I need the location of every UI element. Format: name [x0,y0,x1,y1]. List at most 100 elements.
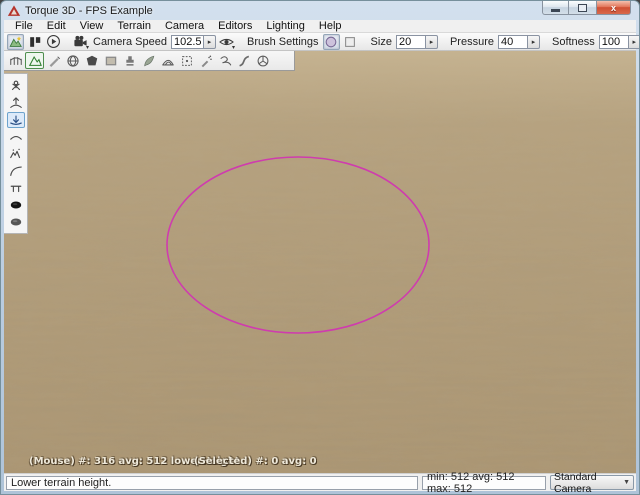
clear-empty-button[interactable] [7,214,25,230]
brush-settings-label: Brush Settings [247,36,319,48]
size-input[interactable] [396,35,425,49]
app-window: Torque 3D - FPS Example x File Edit View… [0,0,640,495]
menu-terrain[interactable]: Terrain [110,20,158,33]
status-hint: Lower terrain height. [6,476,418,490]
softness-label: Softness [552,36,595,48]
size-label: Size [371,36,392,48]
chevron-down-icon: ▼ [623,479,630,486]
viewport-3d[interactable]: (Mouse) #: 316 avg: 512 lowerHeight (Sel… [4,51,636,473]
main-toolbar: ▾ Camera Speed ▸ ▾ Brush Settings [4,33,636,51]
pressure-spinner[interactable]: ▸ [527,35,540,49]
square-brush-icon [343,35,357,49]
brush-square-button[interactable] [342,34,359,50]
camera-select-value: Standard Camera [554,471,623,495]
size-spinner[interactable]: ▸ [425,35,438,49]
smooth-slope-button[interactable] [7,163,25,179]
visibility-menu-button[interactable]: ▾ [218,34,235,50]
forest-editor-icon [142,54,156,68]
menu-lighting[interactable]: Lighting [259,20,312,33]
client-area: File Edit View Terrain Camera Editors Li… [4,20,636,491]
terrain-painter-icon [47,54,61,68]
menu-camera[interactable]: Camera [158,20,211,33]
lower-height-button[interactable] [7,112,25,128]
set-empty-icon [9,198,23,212]
smooth-slope-icon [9,164,23,178]
mesh-road-editor-button[interactable] [158,52,177,69]
flatten-icon [9,181,23,195]
play-game-button[interactable] [45,34,62,50]
close-button[interactable]: x [596,1,631,15]
pressure-field: ▸ [498,35,540,49]
sketch-tool-button[interactable] [82,52,101,69]
camera-speed-input[interactable] [171,35,203,49]
object-editor-button[interactable] [6,52,25,69]
circle-brush-icon [324,35,338,49]
paint-noise-icon [9,147,23,161]
world-editor-icon [8,35,23,49]
raise-height-button[interactable] [7,95,25,111]
softness-input[interactable] [599,35,628,49]
material-editor-button[interactable] [63,52,82,69]
paint-noise-button[interactable] [7,146,25,162]
menu-file[interactable]: File [8,20,40,33]
pressure-label: Pressure [450,36,494,48]
camera-menu-button[interactable]: ▾ [72,34,89,50]
smooth-button[interactable] [7,129,25,145]
maximize-button[interactable] [569,1,596,15]
titlebar: Torque 3D - FPS Example x [1,1,639,20]
mission-area-editor-button[interactable] [177,52,196,69]
world-editor-button[interactable] [7,34,24,50]
terrain-tool-palette [4,73,28,234]
particle-editor-button[interactable] [196,52,215,69]
road-path-editor-button[interactable] [234,52,253,69]
mesh-road-editor-icon [161,54,175,68]
close-icon: x [611,3,616,13]
raise-height-icon [9,96,23,110]
menu-edit[interactable]: Edit [40,20,73,33]
terrain-editor-button[interactable] [25,52,44,69]
terrain-editor-icon [28,54,42,68]
menu-help[interactable]: Help [312,20,349,33]
brush-circle-button[interactable] [323,34,340,50]
camera-speed-spinner[interactable]: ▸ [203,35,216,49]
minimize-icon [551,9,560,12]
size-field: ▸ [396,35,438,49]
softness-spinner[interactable]: ▸ [628,35,640,49]
minimize-button[interactable] [542,1,569,15]
maximize-icon [578,4,587,12]
decal-editor-button[interactable] [120,52,139,69]
editor-toolbar [4,51,295,71]
camera-speed-field: ▸ [171,35,216,49]
shape-editor-icon [256,54,270,68]
clear-empty-icon [9,215,23,229]
menu-view[interactable]: View [73,20,111,33]
material-editor-icon [66,54,80,68]
softness-field: ▸ [599,35,640,49]
set-empty-button[interactable] [7,197,25,213]
menubar: File Edit View Terrain Camera Editors Li… [4,20,636,33]
smooth-icon [9,130,23,144]
object-editor-icon [9,54,23,68]
gui-editor-button[interactable] [26,34,43,50]
datablock-editor-button[interactable] [101,52,120,69]
camera-select[interactable]: Standard Camera ▼ [550,475,634,490]
datablock-editor-icon [104,54,118,68]
flatten-button[interactable] [7,180,25,196]
shape-editor-button[interactable] [253,52,272,69]
mission-area-editor-icon [180,54,194,68]
menu-editors[interactable]: Editors [211,20,259,33]
selected-stats-overlay: (Selected) #: 0 avg: 0 [194,456,317,467]
gui-editor-icon [28,35,42,49]
window-controls: x [542,1,631,15]
river-editor-button[interactable] [215,52,234,69]
pressure-input[interactable] [498,35,527,49]
sketch-tool-icon [85,54,99,68]
terrain-painter-button[interactable] [44,52,63,69]
statusbar: Lower terrain height. min: 512 avg: 512 … [4,473,636,491]
lower-height-icon [9,113,23,127]
grab-terrain-button[interactable] [7,78,25,94]
particle-editor-icon [199,54,213,68]
river-editor-icon [218,54,232,68]
forest-editor-button[interactable] [139,52,158,69]
play-icon [46,34,61,49]
